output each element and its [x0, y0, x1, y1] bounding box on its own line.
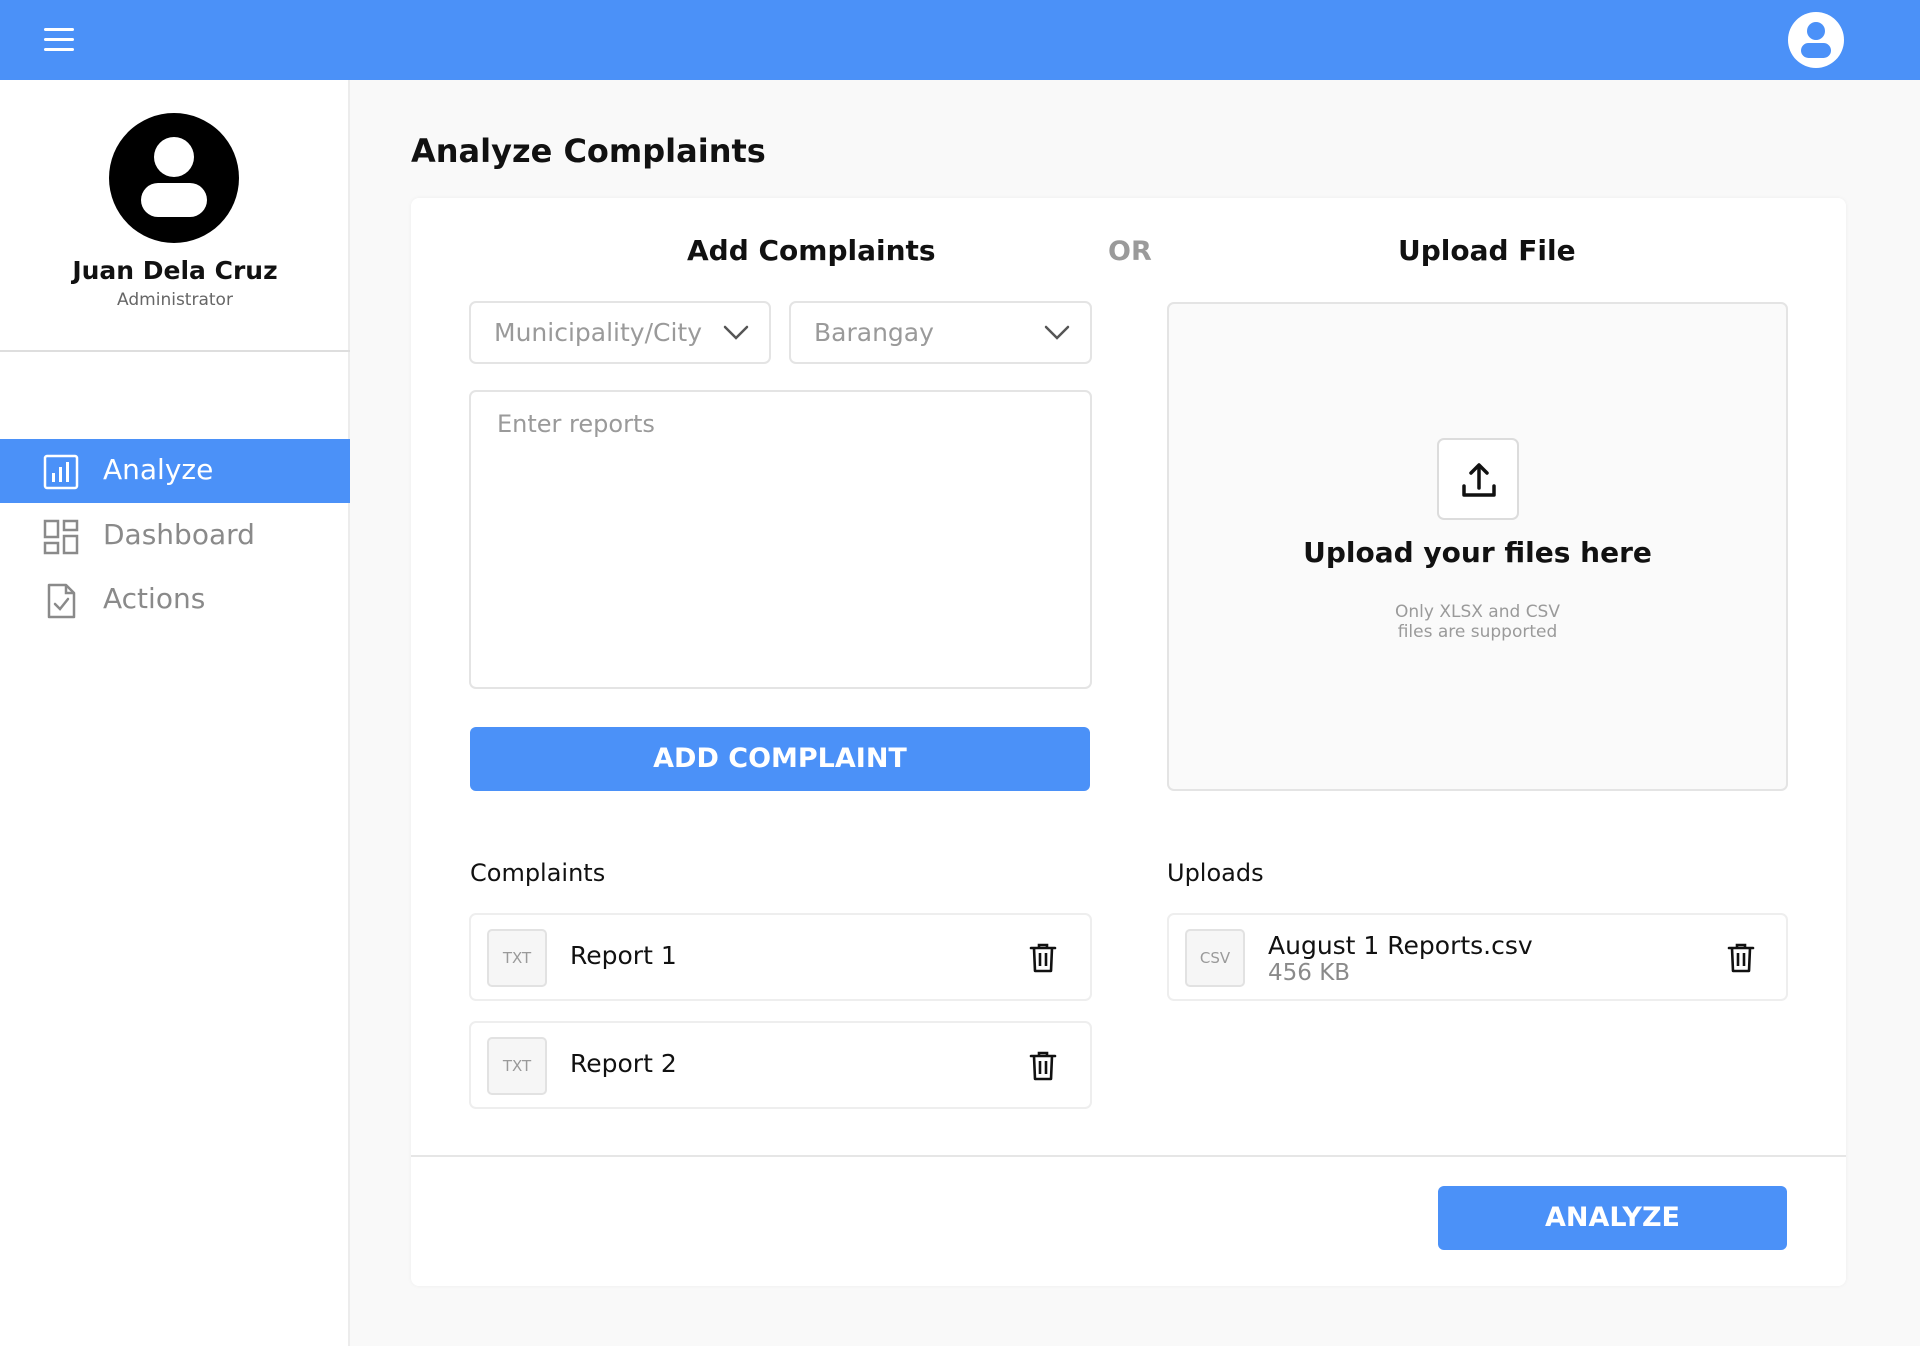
hamburger-menu-icon[interactable]	[38, 22, 80, 58]
dropzone-subtitle-line: files are supported	[1397, 622, 1558, 642]
dropzone-subtitle: Only XLSX and CSV files are supported	[1169, 602, 1786, 642]
file-type-badge: TXT	[487, 929, 547, 987]
upload-icon	[1462, 463, 1496, 497]
chevron-down-icon	[1044, 325, 1070, 340]
upload-icon-box	[1437, 438, 1519, 520]
municipality-select[interactable]: Municipality/City	[469, 301, 771, 364]
reports-placeholder: Enter reports	[497, 410, 655, 438]
trash-icon[interactable]	[1028, 1050, 1058, 1082]
user-avatar-icon	[109, 113, 239, 243]
profile-role: Administrator	[117, 290, 233, 310]
dropzone-subtitle-line: Only XLSX and CSV	[1395, 602, 1560, 622]
sidebar-item-actions[interactable]: Actions	[0, 568, 350, 632]
list-item: CSV August 1 Reports.csv 456 KB	[1167, 913, 1788, 1001]
chevron-down-icon	[723, 325, 749, 340]
card-divider	[411, 1155, 1846, 1157]
list-item: TXT Report 1	[469, 913, 1092, 1001]
file-name: August 1 Reports.csv	[1268, 931, 1533, 960]
page-title: Analyze Complaints	[411, 132, 766, 170]
document-check-icon	[47, 583, 76, 619]
add-complaints-title: Add Complaints	[687, 234, 936, 267]
dashboard-grid-icon	[43, 519, 79, 555]
top-bar	[0, 0, 1920, 80]
sidebar-item-label: Analyze	[103, 453, 214, 486]
file-type-badge: TXT	[487, 1037, 547, 1095]
file-dropzone[interactable]: Upload your files here Only XLSX and CSV…	[1167, 302, 1788, 791]
complaints-heading: Complaints	[470, 859, 606, 887]
analytics-chart-icon	[43, 454, 79, 490]
or-separator: OR	[1108, 236, 1152, 267]
sidebar-item-dashboard[interactable]: Dashboard	[0, 504, 350, 568]
sidebar-item-label: Dashboard	[103, 518, 255, 551]
analyze-button[interactable]: ANALYZE	[1438, 1186, 1787, 1250]
trash-icon[interactable]	[1726, 942, 1756, 974]
file-type-badge: CSV	[1185, 929, 1245, 987]
user-account-icon[interactable]	[1786, 10, 1846, 70]
sidebar: Juan Dela Cruz Administrator Analyze Das…	[0, 80, 350, 1346]
file-size: 456 KB	[1268, 960, 1351, 986]
upload-file-title: Upload File	[1398, 234, 1576, 267]
list-item: TXT Report 2	[469, 1021, 1092, 1109]
barangay-select-value: Barangay	[814, 318, 934, 347]
dropzone-title: Upload your files here	[1303, 536, 1652, 569]
file-name: Report 2	[570, 1049, 677, 1078]
municipality-select-value: Municipality/City	[494, 318, 702, 347]
add-complaint-button[interactable]: ADD COMPLAINT	[470, 727, 1090, 791]
sidebar-item-analyze[interactable]: Analyze	[0, 439, 350, 503]
barangay-select[interactable]: Barangay	[789, 301, 1092, 364]
profile-name: Juan Dela Cruz	[72, 256, 278, 285]
trash-icon[interactable]	[1028, 942, 1058, 974]
file-name: Report 1	[570, 941, 677, 970]
reports-textarea[interactable]: Enter reports	[469, 390, 1092, 689]
sidebar-item-label: Actions	[103, 582, 206, 615]
uploads-heading: Uploads	[1167, 859, 1264, 887]
sidebar-divider	[0, 350, 350, 352]
